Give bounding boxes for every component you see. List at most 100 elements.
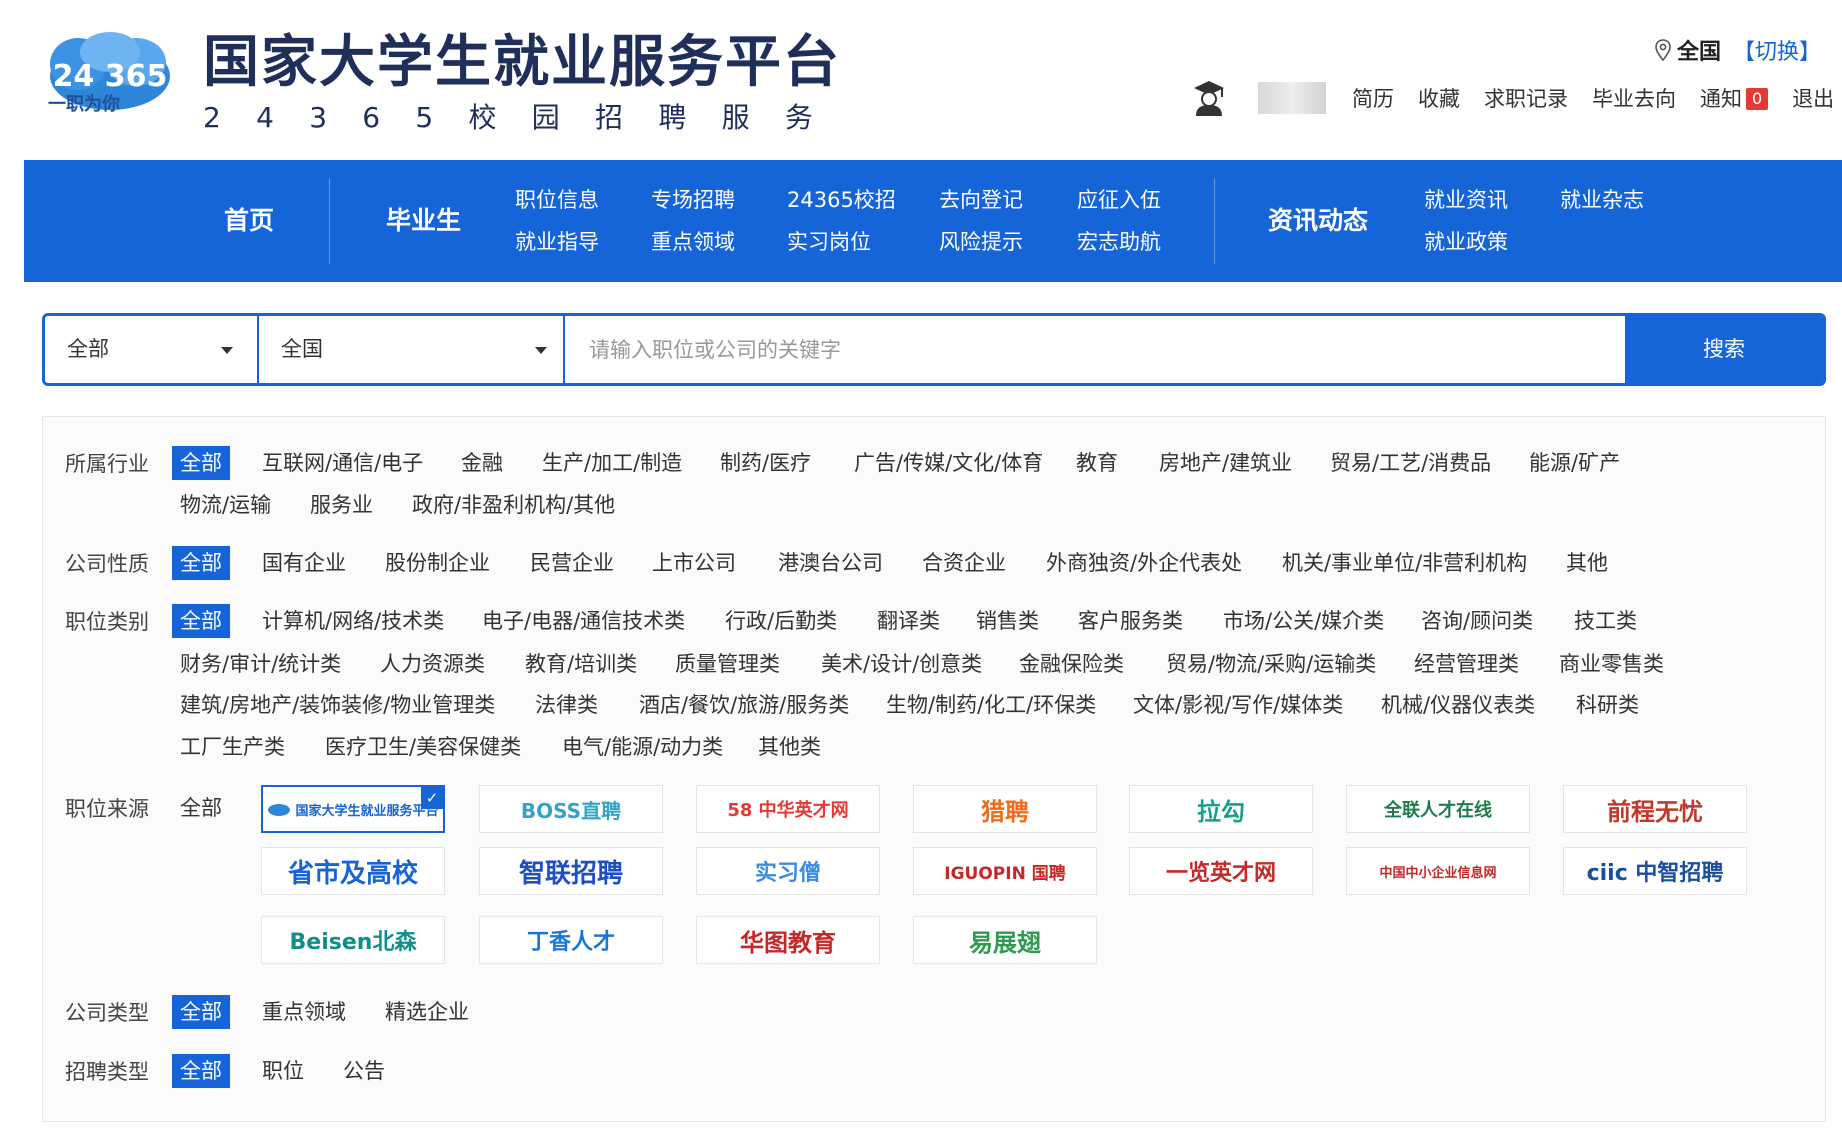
industry-option[interactable]: 广告/传媒/文化/体育: [846, 446, 1051, 480]
job-category-option[interactable]: 经营管理类: [1406, 647, 1527, 681]
search-input[interactable]: [565, 316, 1625, 383]
resume-link[interactable]: 简历: [1352, 83, 1394, 113]
job-category-option[interactable]: 法律类: [527, 688, 606, 722]
company-type-option[interactable]: 精选企业: [377, 995, 477, 1029]
job-category-option[interactable]: 咨询/顾问类: [1413, 604, 1541, 638]
nav-employment-magazine[interactable]: 就业杂志: [1560, 184, 1644, 214]
source-logo-ciic[interactable]: ciic 中智招聘: [1563, 847, 1747, 895]
notifications-link[interactable]: 通知 0: [1700, 83, 1769, 113]
industry-option[interactable]: 互联网/通信/电子: [254, 446, 431, 480]
nav-graduates[interactable]: 毕业生: [386, 160, 461, 282]
job-category-option[interactable]: 贸易/物流/采购/运输类: [1158, 647, 1384, 681]
job-category-option[interactable]: 酒店/餐饮/旅游/服务类: [631, 688, 857, 722]
source-logo-yilan[interactable]: 一览英才网: [1129, 847, 1313, 895]
job-category-option[interactable]: 全部: [172, 604, 230, 638]
source-logo-sme[interactable]: 中国中小企业信息网: [1346, 847, 1530, 895]
source-logo-provincial[interactable]: 省市及高校: [261, 847, 445, 895]
job-category-option[interactable]: 教育/培训类: [517, 647, 645, 681]
nav-24365-campus[interactable]: 24365校招: [787, 184, 896, 214]
source-logo-zhaopin[interactable]: 智联招聘: [479, 847, 663, 895]
job-category-option[interactable]: 电气/能源/动力类: [554, 730, 731, 764]
location-switch-link[interactable]: 【切换】: [1733, 34, 1821, 66]
location-selector[interactable]: 全国 【切换】: [1655, 34, 1821, 66]
job-category-option[interactable]: 技工类: [1566, 604, 1645, 638]
source-logo-beisen[interactable]: Beisen北森: [261, 916, 445, 964]
recruit-type-option[interactable]: 全部: [172, 1054, 230, 1088]
job-category-option[interactable]: 文体/影视/写作/媒体类: [1125, 688, 1351, 722]
job-category-option[interactable]: 翻译类: [869, 604, 948, 638]
company-nature-option[interactable]: 港澳台公司: [770, 546, 891, 580]
job-category-option[interactable]: 质量管理类: [667, 647, 788, 681]
nav-employment-news[interactable]: 就业资讯: [1424, 184, 1508, 214]
application-records-link[interactable]: 求职记录: [1484, 83, 1568, 113]
source-logo-ncss[interactable]: 国家大学生就业服务平台 ✓: [261, 785, 445, 833]
search-button[interactable]: 搜索: [1625, 316, 1823, 383]
favorites-link[interactable]: 收藏: [1418, 83, 1460, 113]
job-source-option[interactable]: 全部: [172, 791, 230, 825]
user-name-blurred[interactable]: [1258, 82, 1326, 114]
source-logo-lagou[interactable]: 拉勾: [1129, 785, 1313, 833]
job-category-option[interactable]: 商业零售类: [1551, 647, 1672, 681]
nav-hongzhi-program[interactable]: 宏志助航: [1077, 226, 1161, 256]
company-nature-option[interactable]: 其他: [1558, 546, 1616, 580]
company-nature-option[interactable]: 国有企业: [254, 546, 354, 580]
job-category-option[interactable]: 美术/设计/创意类: [813, 647, 990, 681]
company-nature-option[interactable]: 合资企业: [914, 546, 1014, 580]
job-category-option[interactable]: 财务/审计/统计类: [172, 647, 349, 681]
source-logo-liepin[interactable]: 猎聘: [913, 785, 1097, 833]
nav-enlistment[interactable]: 应征入伍: [1077, 184, 1161, 214]
job-category-option[interactable]: 客户服务类: [1070, 604, 1191, 638]
job-category-option[interactable]: 电子/电器/通信技术类: [474, 604, 693, 638]
industry-option[interactable]: 能源/矿产: [1521, 446, 1628, 480]
company-type-option[interactable]: 全部: [172, 995, 230, 1029]
company-nature-option[interactable]: 全部: [172, 546, 230, 580]
company-nature-option[interactable]: 外商独资/外企代表处: [1038, 546, 1250, 580]
nav-job-info[interactable]: 职位信息: [515, 184, 599, 214]
graduation-destination-link[interactable]: 毕业去向: [1592, 83, 1676, 113]
source-logo-yizhanchi[interactable]: 易展翅: [913, 916, 1097, 964]
region-select[interactable]: 全国: [259, 316, 565, 383]
graduate-avatar-icon[interactable]: [1192, 79, 1226, 117]
job-category-option[interactable]: 工厂生产类: [172, 730, 293, 764]
recruit-type-option[interactable]: 公告: [335, 1054, 393, 1088]
job-category-option[interactable]: 金融保险类: [1011, 647, 1132, 681]
job-category-option[interactable]: 其他类: [750, 730, 829, 764]
logout-link[interactable]: 退出: [1792, 83, 1834, 113]
company-nature-option[interactable]: 民营企业: [522, 546, 622, 580]
company-type-option[interactable]: 重点领域: [254, 995, 354, 1029]
industry-option[interactable]: 教育: [1068, 446, 1126, 480]
nav-destination-registration[interactable]: 去向登记: [939, 184, 1023, 214]
site-logo[interactable]: 24 365 一职为你: [38, 30, 180, 134]
industry-option[interactable]: 服务业: [302, 488, 381, 522]
job-category-option[interactable]: 机械/仪器仪表类: [1373, 688, 1543, 722]
source-logo-iguopin[interactable]: IGUOPIN 国聘: [913, 847, 1097, 895]
recruit-type-option[interactable]: 职位: [254, 1054, 312, 1088]
nav-key-fields[interactable]: 重点领域: [651, 226, 735, 256]
source-logo-huatu[interactable]: 华图教育: [696, 916, 880, 964]
job-category-option[interactable]: 计算机/网络/技术类: [254, 604, 452, 638]
job-category-option[interactable]: 医疗卫生/美容保健类: [317, 730, 529, 764]
industry-option[interactable]: 贸易/工艺/消费品: [1322, 446, 1499, 480]
nav-news[interactable]: 资讯动态: [1268, 160, 1368, 282]
industry-option[interactable]: 全部: [172, 446, 230, 480]
industry-option[interactable]: 政府/非盈利机构/其他: [404, 488, 623, 522]
job-category-option[interactable]: 科研类: [1568, 688, 1647, 722]
industry-option[interactable]: 制药/医疗: [712, 446, 819, 480]
industry-option[interactable]: 金融: [453, 446, 511, 480]
job-category-option[interactable]: 行政/后勤类: [717, 604, 845, 638]
nav-career-guidance[interactable]: 就业指导: [515, 226, 599, 256]
source-logo-51job[interactable]: 前程无忧: [1563, 785, 1747, 833]
job-category-option[interactable]: 建筑/房地产/装饰装修/物业管理类: [172, 688, 503, 722]
company-nature-option[interactable]: 机关/事业单位/非营利机构: [1274, 546, 1535, 580]
job-category-option[interactable]: 销售类: [968, 604, 1047, 638]
source-logo-boss[interactable]: BOSS直聘: [479, 785, 663, 833]
source-logo-dxy[interactable]: 丁香人才: [479, 916, 663, 964]
source-logo-shixiseng[interactable]: 实习僧: [696, 847, 880, 895]
nav-special-recruitment[interactable]: 专场招聘: [651, 184, 735, 214]
industry-option[interactable]: 物流/运输: [172, 488, 279, 522]
source-logo-quanlian[interactable]: 全联人才在线: [1346, 785, 1530, 833]
nav-risk-warning[interactable]: 风险提示: [939, 226, 1023, 256]
company-nature-option[interactable]: 上市公司: [644, 546, 744, 580]
nav-internships[interactable]: 实习岗位: [787, 226, 871, 256]
job-category-option[interactable]: 市场/公关/媒介类: [1215, 604, 1392, 638]
